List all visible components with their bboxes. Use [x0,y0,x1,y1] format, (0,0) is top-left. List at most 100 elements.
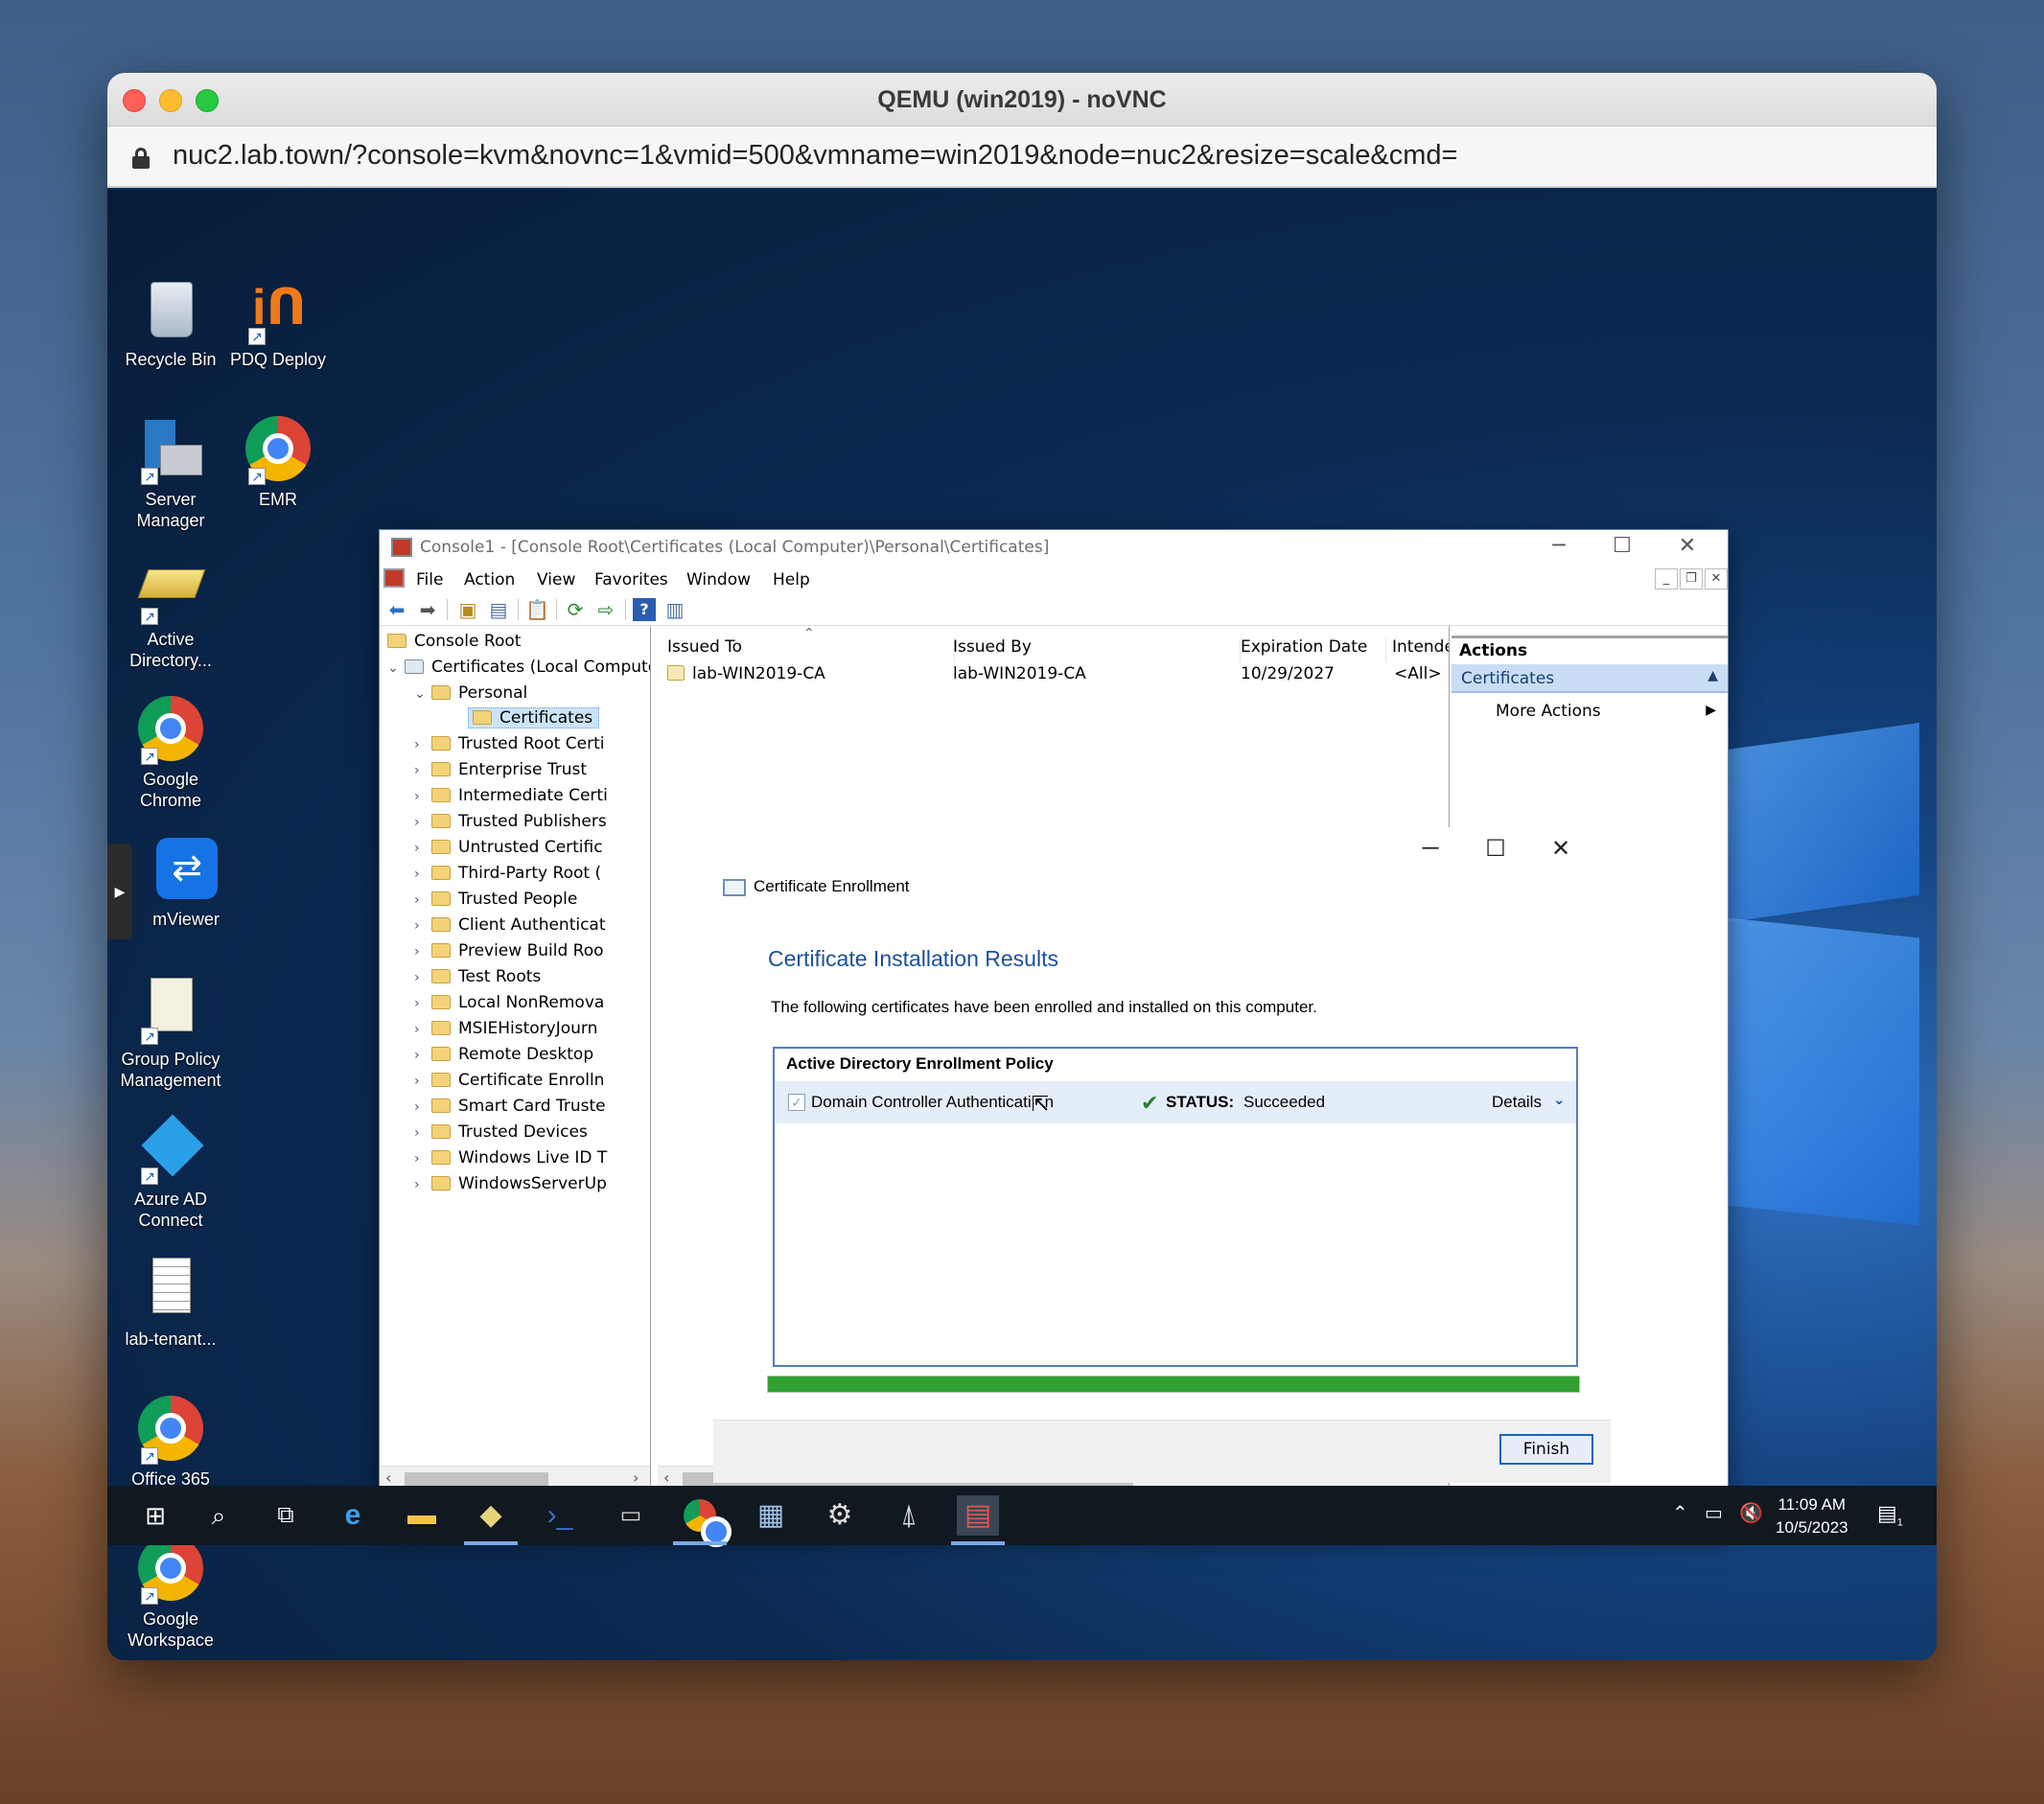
chevron-down-icon[interactable]: ⌄ [1553,1091,1566,1108]
chevron-right-icon[interactable]: › [414,1122,431,1145]
address-bar[interactable]: nuc2.lab.town/?console=kvm&novnc=1&vmid=… [107,127,1937,188]
chevron-right-icon[interactable]: › [414,1096,431,1119]
network-tool-icon[interactable]: ⍋ [888,1495,930,1536]
command-prompt-icon[interactable]: ▭ [610,1495,652,1536]
task-view-icon[interactable]: ⧉ [265,1495,307,1536]
scroll-left-icon[interactable]: ‹ [663,1469,669,1487]
file-explorer-icon[interactable]: ▬ [401,1495,443,1536]
scrollbar-thumb[interactable] [405,1472,548,1486]
desktop-icon-recycle-bin[interactable]: Recycle Bin [117,276,224,370]
tree-node-store[interactable]: › Test Roots [414,965,541,988]
up-folder-icon[interactable]: ▣ [456,598,479,621]
tree-node-personal[interactable]: ⌄ Personal [414,682,527,705]
menu-file[interactable]: File [416,570,443,590]
chevron-right-icon[interactable]: › [414,785,431,808]
search-icon[interactable]: ⌕ [197,1495,240,1536]
tree-node-store[interactable]: › Untrusted Certific [414,836,603,859]
desktop-icon-azure-ad-connect[interactable]: ↗ Azure AD Connect [117,1114,224,1231]
minimize-icon[interactable]: ─ [1540,534,1578,558]
volume-muted-icon[interactable]: 🔇 [1739,1501,1763,1525]
tree-node-console-root[interactable]: Console Root [387,630,521,653]
desktop-icon-office-365[interactable]: ↗ Office 365 [117,1396,224,1490]
dialog-close-icon[interactable]: ✕ [1542,835,1580,863]
chevron-right-icon[interactable]: › [414,759,431,782]
help-icon[interactable]: ? [633,598,656,621]
tree-node-store[interactable]: › Trusted Publishers [414,810,607,833]
desktop-icon-lab-tenant[interactable]: lab-tenant... [117,1256,224,1350]
inner-restore-icon[interactable]: ❐ [1680,568,1703,590]
desktop-icon-google-workspace[interactable]: ↗ Google Workspace [117,1536,224,1651]
chevron-up-icon[interactable]: ⌃ [1672,1501,1688,1525]
chevron-right-icon[interactable]: › [414,914,431,937]
chevron-right-icon[interactable]: › [414,837,431,860]
chevron-right-icon[interactable]: › [414,1070,431,1093]
taskbar-clock[interactable]: 11:09 AM 10/5/2023 [1776,1493,1848,1539]
powershell-icon[interactable]: ›_ [539,1495,581,1536]
tree-node-store[interactable]: › Windows Live ID T [414,1146,607,1169]
tree-node-store[interactable]: › Trusted Devices [414,1121,588,1144]
clipboard-icon[interactable]: 📋 [525,598,549,621]
inner-minimize-icon[interactable]: _ [1655,568,1678,590]
chevron-down-icon[interactable]: ⌄ [414,682,431,705]
network-icon[interactable]: ▭ [1705,1501,1723,1525]
desktop-icon-group-policy[interactable]: ↗ Group Policy Management [117,976,224,1091]
chevron-right-icon[interactable]: › [414,1018,431,1041]
inner-close-icon[interactable]: ✕ [1705,568,1728,590]
chevron-right-icon[interactable]: › [414,1044,431,1067]
details-toggle[interactable]: Details [1492,1093,1542,1112]
chevron-right-icon[interactable]: › [414,940,431,963]
settings-gear-icon[interactable]: ⚙ [819,1495,861,1536]
tree-node-certificates-selected[interactable]: Certificates [468,706,600,729]
column-expiration-date[interactable]: Expiration Date [1241,637,1386,662]
tree-node-store[interactable]: › Certificate Enrolln [414,1069,604,1092]
refresh-icon[interactable]: ⟳ [564,598,587,621]
maximize-icon[interactable]: ☐ [1603,534,1641,558]
tree-node-store[interactable]: › Intermediate Certi [414,784,608,807]
menu-help[interactable]: Help [773,570,810,590]
desktop-icon-google-chrome[interactable]: ↗ Google Chrome [117,696,224,811]
active-directory-taskbar-icon[interactable]: ◆ [464,1495,518,1545]
table-row[interactable]: lab-WIN2019-CA [667,664,825,683]
collapse-up-icon[interactable]: ▲ [1707,668,1718,683]
finish-button[interactable]: Finish [1499,1434,1593,1465]
tree-node-certificates-local[interactable]: ⌄ Certificates (Local Compute [387,656,650,680]
column-intended-purposes[interactable]: Intendec [1392,637,1449,662]
export-list-icon[interactable]: ⇨ [594,598,617,621]
tree-node-store[interactable]: › Preview Build Roo [414,939,604,962]
dialog-minimize-icon[interactable]: ─ [1411,835,1450,862]
forward-arrow-icon[interactable]: ➡ [416,598,439,621]
tree-node-store[interactable]: › Third-Party Root ( [414,862,601,885]
desktop-icon-pdq-deploy[interactable]: iᑎ ↗ PDQ Deploy [224,276,332,370]
notification-icon[interactable]: ▤1 [1877,1501,1903,1528]
desktop-icon-emr[interactable]: ↗ EMR [224,416,332,510]
dialog-maximize-icon[interactable]: ☐ [1476,835,1515,863]
tree-node-store[interactable]: › Trusted People [414,888,577,911]
show-hide-tree-icon[interactable]: ▤ [487,598,510,621]
menu-window[interactable]: Window [686,570,751,590]
close-icon[interactable]: ✕ [1668,534,1707,558]
menu-action[interactable]: Action [464,570,515,590]
chevron-right-icon[interactable]: › [414,1147,431,1170]
tree-node-store[interactable]: › Client Authenticat [414,914,606,937]
url-text[interactable]: nuc2.lab.town/?console=kvm&novnc=1&vmid=… [173,140,1457,172]
chevron-down-icon[interactable]: ⌄ [387,657,405,680]
menu-favorites[interactable]: Favorites [594,570,668,590]
scroll-left-icon[interactable]: ‹ [385,1469,391,1487]
tree-node-store[interactable]: › Smart Card Truste [414,1095,606,1118]
desktop-icon-server-manager[interactable]: ↗ Server Manager [117,416,224,531]
desktop-icon-active-directory[interactable]: ↗ Active Directory... [117,556,224,671]
chevron-right-icon[interactable]: › [414,811,431,834]
internet-explorer-icon[interactable]: e [332,1495,374,1536]
console-menu-icon[interactable] [383,568,405,588]
tree-node-store[interactable]: › Remote Desktop [414,1043,593,1066]
show-hide-action-pane-icon[interactable]: ▥ [663,598,686,621]
scroll-right-icon[interactable]: › [633,1469,639,1487]
actions-section-certificates[interactable]: Certificates ▲ [1452,664,1728,693]
chevron-right-icon[interactable]: › [414,863,431,886]
list-item[interactable]: ✓ Domain Controller Authenticati⇱n ✔ STA… [775,1081,1576,1123]
tree-node-store[interactable]: › MSIEHistoryJourn [414,1017,597,1040]
chrome-taskbar-icon[interactable] [673,1495,732,1547]
start-windows-icon[interactable]: ⊞ [134,1495,176,1536]
server-manager-taskbar-icon[interactable]: ▦ [750,1495,792,1536]
tree-node-store[interactable]: › WindowsServerUp [414,1172,607,1195]
